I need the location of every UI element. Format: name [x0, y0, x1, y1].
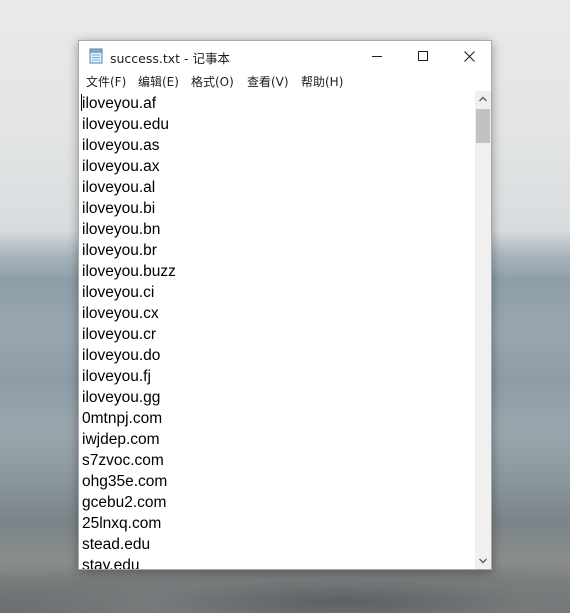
text-line: iloveyou.ax [82, 158, 160, 175]
text-line: s7zvoc.com [82, 452, 164, 469]
text-line: iloveyou.edu [82, 116, 170, 133]
text-line: 25lnxq.com [82, 515, 162, 532]
text-line: iloveyou.cx [82, 305, 159, 322]
text-line: iloveyou.br [82, 242, 157, 259]
scroll-up-button[interactable] [475, 91, 491, 107]
text-line: iloveyou.al [82, 179, 156, 196]
text-line: iloveyou.cr [82, 326, 157, 343]
menu-bar: 文件(F) 编辑(E) 格式(O) 查看(V) 帮助(H) [79, 71, 491, 91]
close-button[interactable] [446, 41, 492, 71]
title-bar[interactable]: success.txt - 记事本 [79, 41, 491, 71]
text-line: iloveyou.buzz [82, 263, 176, 280]
scroll-down-button[interactable] [475, 553, 491, 569]
text-line: iloveyou.fj [82, 368, 151, 385]
scrollbar-thumb[interactable] [476, 109, 490, 143]
menu-file[interactable]: 文件(F) [86, 73, 126, 90]
text-line: iloveyou.do [82, 347, 161, 364]
text-line: iloveyou.af [82, 95, 157, 112]
chevron-up-icon [479, 96, 487, 102]
text-editor-area[interactable]: iloveyou.af iloveyou.edu iloveyou.as ilovey… [79, 91, 475, 569]
text-line: iloveyou.bi [82, 200, 156, 217]
maximize-button[interactable] [400, 41, 446, 71]
text-line: stay.edu [82, 557, 140, 569]
notepad-window[interactable]: success.txt - 记事本 文件(F) 编辑(E) 格式(O) 查看(V… [78, 40, 492, 570]
menu-help[interactable]: 帮助(H) [301, 73, 343, 90]
text-line: ohg35e.com [82, 473, 168, 490]
vertical-scrollbar[interactable] [475, 91, 491, 569]
chevron-down-icon [479, 558, 487, 564]
text-line: stead.edu [82, 536, 151, 553]
menu-format[interactable]: 格式(O) [191, 73, 234, 90]
menu-edit[interactable]: 编辑(E) [138, 73, 179, 90]
text-line: iwjdep.com [82, 431, 160, 448]
text-line: iloveyou.as [82, 137, 160, 154]
maximize-icon [418, 51, 428, 61]
notepad-icon [89, 48, 103, 64]
text-line: iloveyou.gg [82, 389, 161, 406]
menu-view[interactable]: 查看(V) [247, 73, 289, 90]
window-title: success.txt - 记事本 [110, 51, 231, 66]
text-line: gcebu2.com [82, 494, 167, 511]
text-line: iloveyou.ci [82, 284, 155, 301]
minimize-button[interactable] [354, 41, 400, 71]
text-line: iloveyou.bn [82, 221, 161, 238]
close-icon [463, 50, 475, 62]
minimize-icon [372, 56, 382, 57]
text-line: 0mtnpj.com [82, 410, 163, 427]
